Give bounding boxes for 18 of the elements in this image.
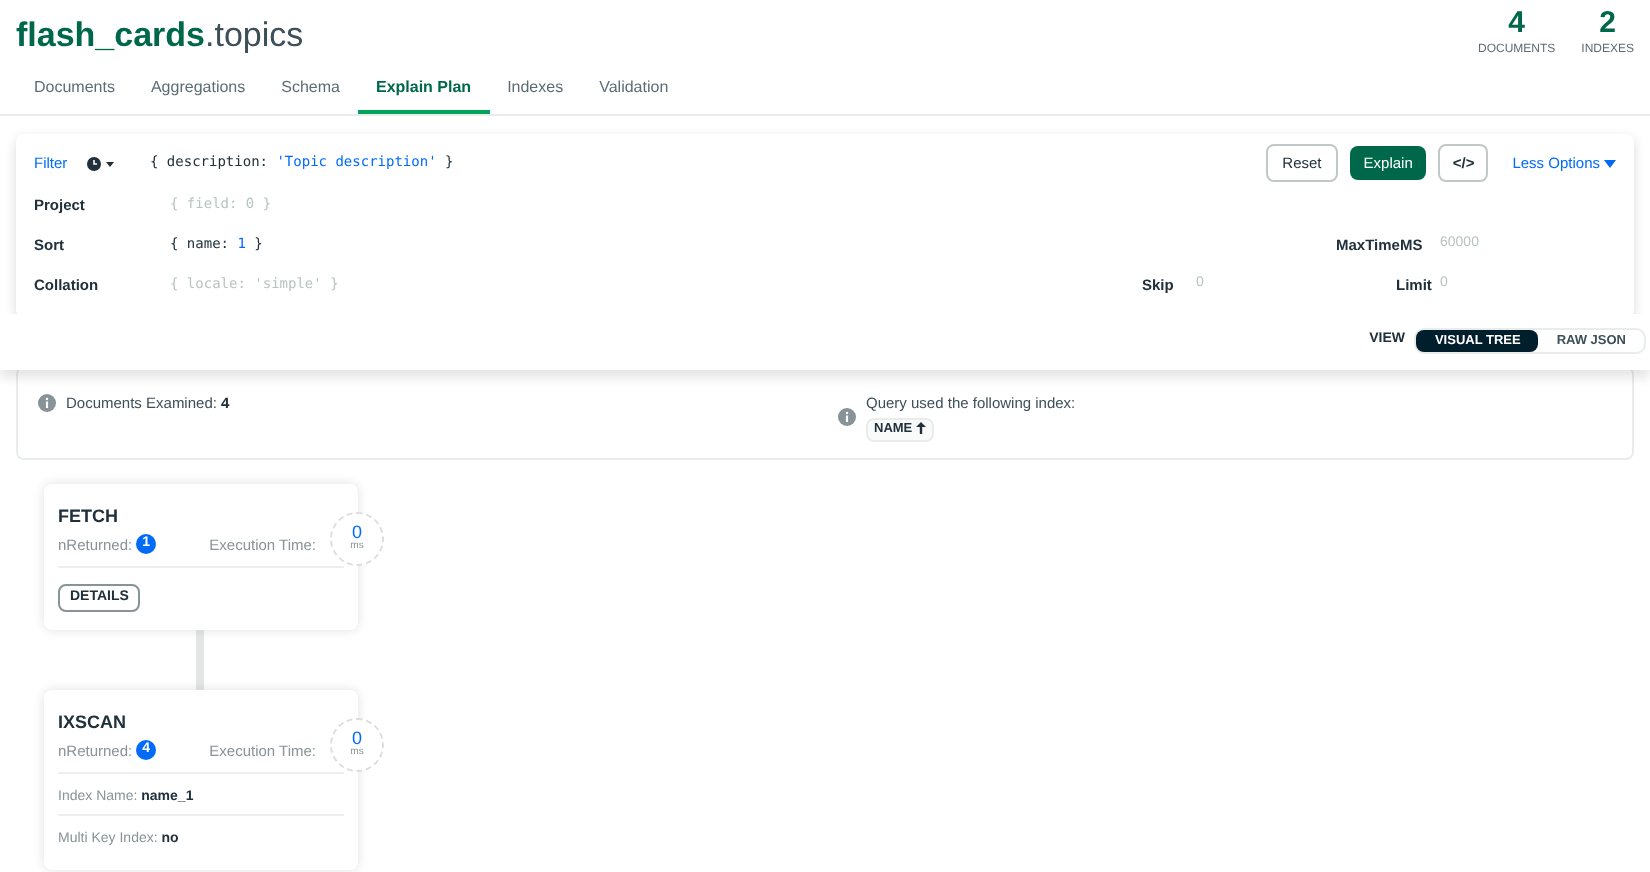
stage-name: IXSCAN <box>58 711 129 734</box>
caret-icon <box>1604 159 1616 168</box>
arrow-up-icon <box>916 422 927 435</box>
info-icon <box>838 407 856 425</box>
tab[interactable]: Indexes <box>489 75 582 113</box>
tab[interactable]: Documents <box>16 75 133 113</box>
tab[interactable]: Validation <box>581 75 687 113</box>
stat-value: 2 <box>1599 6 1616 42</box>
clock-icon[interactable] <box>86 155 118 171</box>
time-value: 0 <box>351 730 362 749</box>
stage-name: FETCH <box>58 505 120 527</box>
tab[interactable]: Aggregations <box>132 75 264 113</box>
collection-title: flash_cards.topics <box>16 14 304 58</box>
time-value: 0 <box>351 524 362 542</box>
info-icon <box>38 393 56 412</box>
tab[interactable]: Explain Plan <box>357 75 490 113</box>
stat-value: 4 <box>1508 6 1525 42</box>
tab[interactable]: Schema <box>263 75 358 113</box>
